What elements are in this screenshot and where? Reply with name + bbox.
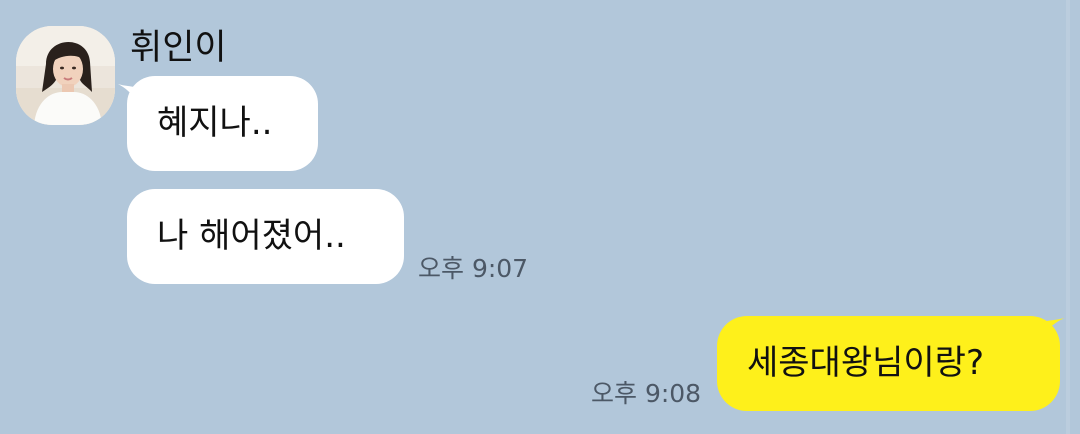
profile-photo-icon: [16, 26, 115, 125]
incoming-message-bubble[interactable]: 나 해어졌어..: [127, 189, 404, 284]
chat-room: 휘인이 혜지나.. 나 해어졌어.. 오후 9:07 오후 9:08 세종대왕님…: [0, 0, 1080, 434]
incoming-message-bubble[interactable]: 혜지나..: [127, 76, 318, 171]
message-timestamp: 오후 9:08: [591, 379, 702, 408]
message-timestamp: 오후 9:07: [418, 254, 529, 283]
message-text: 세종대왕님이랑?: [747, 343, 985, 383]
outgoing-bubble-tail: [1042, 318, 1064, 336]
avatar[interactable]: [16, 26, 115, 125]
scrollbar-track[interactable]: [1066, 0, 1070, 434]
message-text: 혜지나..: [157, 103, 273, 143]
outgoing-message-bubble[interactable]: 세종대왕님이랑?: [717, 316, 1060, 411]
sender-name: 휘인이: [130, 28, 227, 68]
message-text: 나 해어졌어..: [157, 216, 346, 256]
